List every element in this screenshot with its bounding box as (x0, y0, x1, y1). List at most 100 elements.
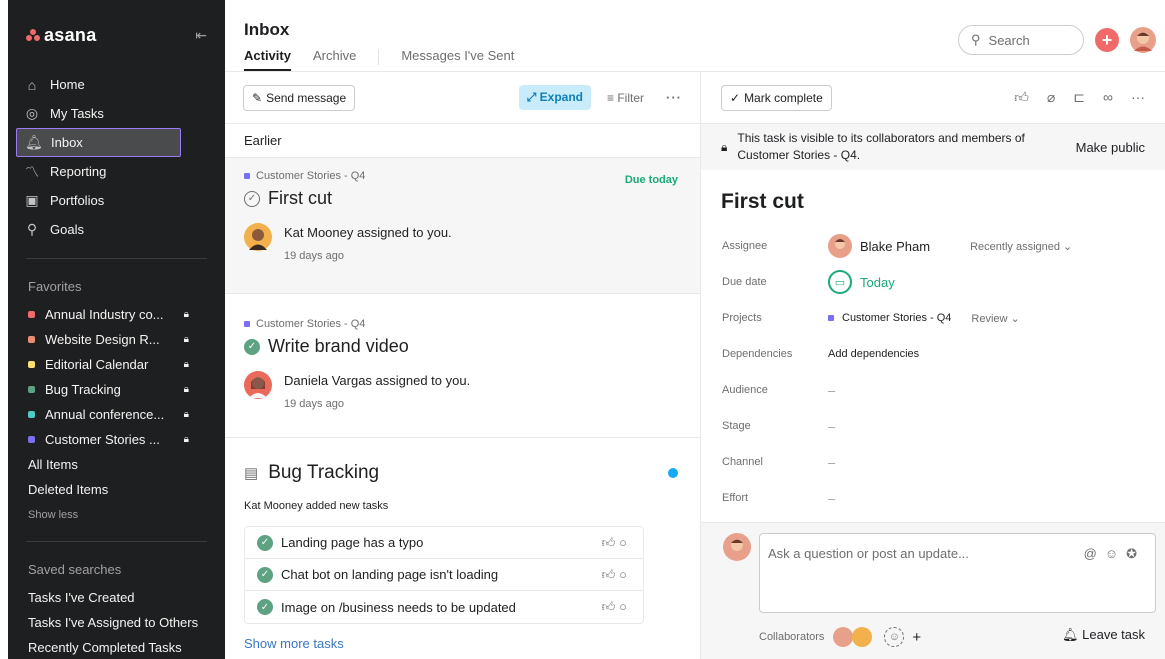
nav-portfolios[interactable]: ▣ Portfolios (8, 186, 225, 215)
collaborator-avatars[interactable] (832, 626, 876, 648)
section-dropdown[interactable]: Review ⌄ (971, 312, 1019, 325)
add-dependencies-link[interactable]: Add dependencies (828, 348, 919, 360)
expand-button[interactable]: ⤢ Expand (518, 85, 591, 110)
lock-icon: 🔒︎ (183, 359, 189, 370)
task-row[interactable]: ✓ Landing page has a typo 👍︎○ (245, 527, 643, 559)
check-circle-icon[interactable]: ✓ (257, 599, 273, 615)
bug-tracking-title[interactable]: ▤ Bug Tracking (244, 462, 681, 484)
tab-archive[interactable]: Archive (313, 48, 356, 71)
tab-divider (378, 49, 380, 65)
field-channel: Channel – (722, 454, 836, 470)
page-title: Inbox (244, 20, 290, 39)
saved-search-item[interactable]: Tasks I've Assigned to Others (8, 610, 225, 635)
comment-input[interactable]: Ask a question or post an update... @☺✪ (759, 533, 1156, 613)
more-options-icon[interactable]: ··· (666, 90, 682, 105)
nav-inbox[interactable]: 🔔︎ Inbox (16, 128, 181, 157)
show-less-link[interactable]: Show less (8, 502, 225, 527)
saved-search-item[interactable]: Tasks I've Created (8, 585, 225, 610)
field-projects: Projects Customer Stories - Q4 Review ⌄ (722, 312, 1020, 325)
task-row[interactable]: ✓ Image on /business needs to be updated 👍… (245, 591, 643, 623)
due-value[interactable]: Today (860, 275, 895, 290)
assignee-name[interactable]: Blake Pham (860, 239, 930, 254)
task-row[interactable]: ✓ Chat bot on landing page isn't loading 👍… (245, 559, 643, 591)
like-icon[interactable]: 👍︎ (1014, 89, 1029, 106)
project-name[interactable]: Customer Stories - Q4 (842, 312, 951, 324)
recently-assigned-dropdown[interactable]: Recently assigned ⌄ (970, 240, 1072, 253)
leave-task-button[interactable]: 🔔︎ Leave task (1062, 627, 1145, 643)
task-detail-pane: ✓ Mark complete 👍︎ ⌀ ⊏ ∞ ··· 🔒︎ This task… (701, 72, 1165, 659)
inbox-card[interactable]: Customer Stories - Q4 Due today ✓ First c… (225, 158, 700, 294)
user-avatar[interactable] (1130, 27, 1156, 53)
search-input[interactable]: ⚲ Search (958, 25, 1084, 55)
tab-messages-sent[interactable]: Messages I've Sent (401, 48, 514, 71)
favorite-item[interactable]: Annual conference... 🔒︎ (8, 402, 225, 427)
quick-add-button[interactable]: + (1095, 28, 1119, 52)
task-title: ✓ First cut (244, 188, 681, 209)
search-icon: ⚲ (971, 32, 981, 47)
saved-search-item[interactable]: Recently Completed Tasks (8, 635, 225, 659)
sidebar: asana ⇤ ⌂ Home ◎ My Tasks 🔔︎ Inbox 〽 Reporti… (8, 0, 225, 659)
mark-complete-button[interactable]: ✓ Mark complete (721, 84, 832, 111)
activity-text: Kat Mooney assigned to you. (284, 225, 452, 240)
divider (26, 258, 207, 259)
expand-icon: ⤢ (526, 90, 540, 104)
attachment-icon[interactable]: ⌀ (1047, 89, 1055, 106)
activity-text: Daniela Vargas assigned to you. (284, 373, 471, 388)
mention-icon[interactable]: @ (1084, 546, 1105, 561)
avatar (244, 223, 272, 251)
bug-subtitle: Kat Mooney added new tasks (244, 500, 389, 512)
show-more-tasks-link[interactable]: Show more tasks (244, 636, 681, 651)
comment-tools: @☺✪ (1084, 546, 1145, 562)
subtask-icon[interactable]: ⊏ (1073, 89, 1085, 106)
like-comment-icons[interactable]: 👍︎○ (602, 599, 631, 615)
like-comment-icons[interactable]: 👍︎○ (602, 567, 631, 583)
check-circle-icon: ◎ (25, 105, 39, 121)
filter-button[interactable]: ≡ Filter (607, 91, 644, 105)
favorite-item[interactable]: Bug Tracking 🔒︎ (8, 377, 225, 402)
activity-item: Kat Mooney assigned to you. 19 days ago (244, 223, 681, 262)
nav-reporting[interactable]: 〽 Reporting (8, 157, 225, 186)
unread-dot-icon (668, 468, 678, 478)
section-earlier: Earlier (225, 124, 700, 158)
collapse-sidebar-icon[interactable]: ⇤ (195, 27, 207, 44)
nav-home[interactable]: ⌂ Home (8, 70, 225, 99)
star-icon[interactable]: ✪ (1126, 546, 1145, 561)
check-circle-icon[interactable]: ✓ (244, 338, 260, 355)
task-actions: 👍︎ ⌀ ⊏ ∞ ··· (1014, 89, 1145, 106)
inbox-card[interactable]: Customer Stories - Q4 ✓ Write brand video… (225, 294, 700, 438)
check-circle-icon[interactable]: ✓ (244, 190, 260, 207)
asana-dots-icon (26, 29, 40, 41)
check-icon: ✓ (730, 90, 741, 105)
make-public-button[interactable]: Make public (1076, 140, 1145, 155)
project-color-icon (28, 386, 35, 393)
favorite-item[interactable]: Website Design R... 🔒︎ (8, 327, 225, 352)
check-circle-icon[interactable]: ✓ (257, 534, 273, 551)
field-due-date: Due date ▭ Today (701, 264, 1165, 300)
more-options-icon[interactable]: ··· (1131, 89, 1145, 106)
nav-my-tasks[interactable]: ◎ My Tasks (8, 99, 225, 128)
chart-line-icon: 〽 (25, 163, 39, 180)
send-message-button[interactable]: ✎ Send message (243, 84, 356, 111)
project-color-icon (244, 173, 250, 179)
inbox-feed: ✎ Send message ⤢ Expand ≡ Filter ··· Earl… (225, 72, 701, 659)
tab-activity[interactable]: Activity (244, 48, 291, 71)
link-icon[interactable]: ∞ (1103, 89, 1113, 106)
clipboard-icon: ▤ (244, 465, 259, 482)
activity-item: Daniela Vargas assigned to you. 19 days a… (244, 371, 681, 410)
plus-icon[interactable]: + (912, 629, 921, 646)
task-title[interactable]: First cut (701, 170, 1165, 228)
check-circle-icon[interactable]: ✓ (257, 566, 273, 583)
like-comment-icons[interactable]: 👍︎○ (602, 535, 631, 551)
nav-goals[interactable]: ⚲ Goals (8, 215, 225, 244)
favorite-item[interactable]: Annual Industry co... 🔒︎ (8, 302, 225, 327)
goals-icon: ⚲ (26, 221, 38, 237)
project-color-icon (28, 311, 35, 318)
favorite-item[interactable]: Editorial Calendar 🔒︎ (8, 352, 225, 377)
add-collaborator-icon[interactable]: ☺ (884, 627, 905, 647)
emoji-icon[interactable]: ☺ (1105, 546, 1126, 561)
asana-logo[interactable]: asana (26, 25, 97, 46)
all-items-link[interactable]: All Items (8, 452, 225, 477)
deleted-items-link[interactable]: Deleted Items (8, 477, 225, 502)
due-badge: Due today (624, 174, 678, 186)
favorite-item[interactable]: Customer Stories ... 🔒︎ (8, 427, 225, 452)
